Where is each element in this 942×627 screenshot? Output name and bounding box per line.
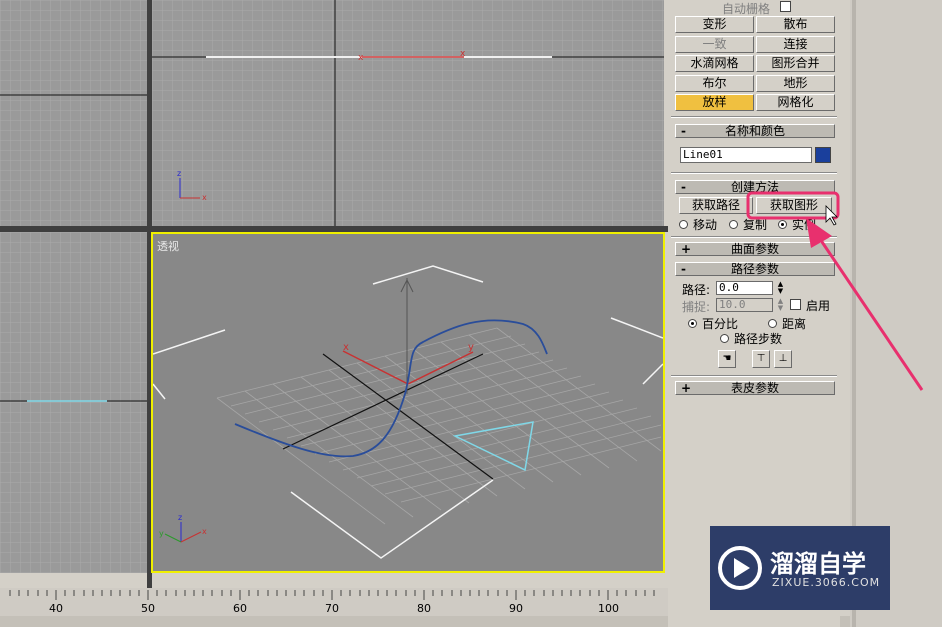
svg-text:x: x (202, 527, 207, 536)
rollout-collapse-icon: - (681, 180, 686, 194)
viewport-top-left-grid (0, 0, 147, 226)
rollout-creation-method[interactable]: - 创建方法 (675, 180, 835, 194)
svg-text:z: z (178, 513, 182, 522)
rollout-surface-params[interactable]: + 曲面参数 (675, 242, 835, 256)
rollout-collapse-icon: - (681, 262, 686, 276)
svg-text:z: z (177, 169, 181, 178)
percentage-label: 百分比 (702, 317, 739, 331)
watermark-logo-icon (718, 546, 762, 590)
rollout-title: 路径参数 (730, 262, 779, 276)
path-value-field[interactable]: 0.0 (716, 281, 773, 295)
svg-text:y: y (159, 529, 164, 538)
svg-text:y: y (468, 342, 474, 353)
rollout-expand-icon: + (681, 381, 692, 395)
shape-triangle (452, 421, 534, 472)
rollout-name-color[interactable]: - 名称和颜色 (675, 124, 835, 138)
viewport-top-left[interactable] (0, 0, 147, 226)
auto-grid-checkbox[interactable] (780, 1, 791, 12)
perspective-scene: x y z x y (153, 265, 663, 559)
ruler-tick-label: 90 (509, 602, 523, 615)
ruler-tick-label: 100 (598, 602, 619, 615)
viewport-perspective[interactable]: x y z x y 透视 (151, 232, 665, 573)
watermark: 溜溜自学 ZIXUE.3066.COM (710, 526, 890, 610)
distance-radio[interactable] (768, 319, 777, 328)
viewport-front[interactable]: x x z x (152, 0, 664, 226)
scatter-button[interactable]: 散布 (756, 16, 835, 33)
pick-shape-icon[interactable]: ☚ (718, 350, 736, 368)
watermark-url: ZIXUE.3066.COM (772, 576, 881, 589)
path-steps-label: 路径步数 (734, 332, 783, 346)
path-steps-radio[interactable] (720, 334, 729, 343)
terrain-button[interactable]: 地形 (756, 75, 835, 92)
move-radio[interactable] (679, 220, 688, 229)
instance-radio[interactable] (778, 220, 787, 229)
rollout-title: 创建方法 (730, 180, 779, 194)
ruler-tick-label: 50 (141, 602, 155, 615)
viewport-left[interactable] (0, 232, 147, 573)
move-label: 移动 (693, 218, 718, 232)
connect-button[interactable]: 连接 (756, 36, 835, 53)
ruler-tick-label: 60 (233, 602, 247, 615)
svg-text:x: x (202, 193, 207, 202)
svg-text:x: x (343, 342, 349, 353)
copy-radio[interactable] (729, 220, 738, 229)
rollout-title: 名称和颜色 (724, 124, 785, 138)
svg-text:x: x (358, 53, 364, 63)
boolean-button[interactable]: 布尔 (675, 75, 754, 92)
snap-enable-label: 启用 (806, 299, 831, 313)
ruler-tick-label: 80 (417, 602, 431, 615)
loft-button[interactable]: 放样 (675, 94, 754, 111)
instance-label: 实例 (792, 218, 817, 232)
snap-spinner-icon[interactable]: ▲ ▼ (776, 298, 785, 312)
rollout-title: 表皮参数 (730, 381, 779, 395)
time-ruler[interactable]: 40 50 60 70 80 90 100 (0, 588, 668, 616)
get-shape-button[interactable]: 获取图形 (756, 197, 832, 214)
morph-button[interactable]: 变形 (675, 16, 754, 33)
ground-plane-corners (153, 265, 663, 559)
viewport-left-grid (0, 232, 147, 573)
ruler-tick-label: 40 (49, 602, 63, 615)
svg-text:x: x (460, 49, 466, 59)
watermark-title: 溜溜自学 (770, 550, 866, 578)
object-color-swatch[interactable] (815, 147, 831, 163)
conform-button[interactable]: 一致 (675, 36, 754, 53)
axis-gizmo-perspective: z x y (159, 513, 207, 543)
get-path-button[interactable]: 获取路径 (679, 197, 753, 214)
copy-label: 复制 (743, 218, 768, 232)
rollout-path-params[interactable]: - 路径参数 (675, 262, 835, 276)
blobmesh-button[interactable]: 水滴网格 (675, 55, 754, 72)
rollout-collapse-icon: - (681, 124, 686, 138)
home-grid (216, 327, 662, 525)
snap-label: 捕捉: (682, 300, 711, 314)
snap-enable-checkbox[interactable] (790, 299, 801, 310)
next-shape-icon[interactable]: ⊥ (774, 350, 792, 368)
object-name-field[interactable]: Line01 (680, 147, 812, 163)
shapemerge-button[interactable]: 图形合并 (756, 55, 835, 72)
ruler-tick-label: 70 (325, 602, 339, 615)
viewport-front-grid: x x z x (152, 0, 664, 226)
percentage-radio[interactable] (688, 319, 697, 328)
rollout-title: 曲面参数 (730, 242, 779, 256)
auto-grid-label: 自动栅格 (722, 2, 771, 16)
path-spinner-icon[interactable]: ▲ ▼ (776, 281, 785, 295)
distance-label: 距离 (782, 317, 807, 331)
mesher-button[interactable]: 网格化 (756, 94, 835, 111)
rollout-expand-icon: + (681, 242, 692, 256)
path-label: 路径: (682, 283, 711, 297)
previous-shape-icon[interactable]: ⊤ (752, 350, 770, 368)
viewport-label-perspective[interactable]: 透视 (157, 238, 179, 254)
snap-value-field[interactable]: 10.0 (716, 298, 773, 312)
rollout-skin-params[interactable]: + 表皮参数 (675, 381, 835, 395)
